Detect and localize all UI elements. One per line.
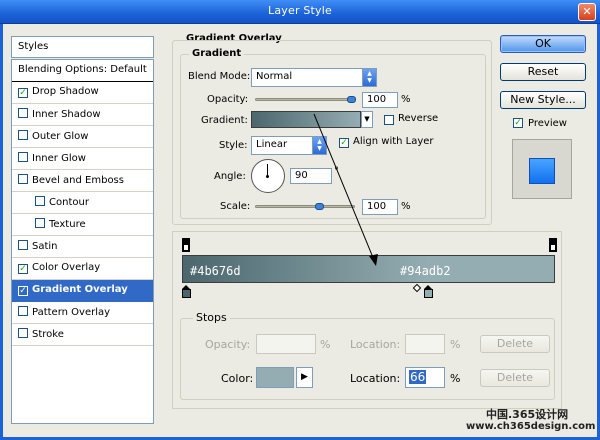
new-style-button[interactable]: New Style... [500, 91, 586, 109]
window-title: Layer Style [268, 4, 332, 17]
blend-mode-select[interactable]: Normal ▲ ▼ [251, 68, 377, 87]
style-item-label: Color Overlay [32, 262, 101, 273]
style-item-label: Gradient Overlay [32, 284, 128, 295]
close-button[interactable]: ✕ [578, 3, 596, 21]
gradient-group-title: Gradient [189, 48, 245, 59]
opacity-stop-left[interactable] [182, 238, 190, 252]
gradient-start-color-label: #4b676d [190, 264, 241, 278]
title-bar: Layer Style ✕ [0, 0, 600, 24]
reset-button[interactable]: Reset [500, 63, 586, 81]
preview-thumbnail [512, 139, 572, 199]
stop-opacity-unit: % [320, 338, 331, 351]
stop-color-swatch[interactable] [256, 367, 294, 388]
opacity-slider-thumb[interactable] [347, 96, 356, 103]
ok-button[interactable]: OK [500, 35, 586, 53]
style-item-label: Bevel and Emboss [32, 175, 124, 186]
opacity-unit: % [401, 94, 411, 105]
opacity-slider[interactable] [255, 98, 355, 101]
style-checkbox[interactable] [18, 174, 28, 184]
style-item-label: Satin [32, 241, 58, 252]
style-item-blending-options-default[interactable]: Blending Options: Default [12, 60, 153, 82]
scale-label: Scale: [220, 201, 251, 212]
style-checkbox[interactable] [18, 108, 28, 118]
style-item-bevel-and-emboss[interactable]: Bevel and Emboss [12, 170, 153, 192]
style-checkbox[interactable] [35, 218, 45, 228]
style-checkbox[interactable] [18, 328, 28, 338]
style-item-inner-glow[interactable]: Inner Glow [12, 148, 153, 170]
watermark-line1: 中国.365设计网 [486, 408, 569, 421]
style-item-inner-shadow[interactable]: Inner Shadow [12, 104, 153, 126]
preview-swatch [529, 158, 555, 184]
watermark-line2: www.ch365design.com [466, 421, 596, 432]
gradient-label: Gradient: [201, 115, 248, 126]
styles-header[interactable]: Styles [11, 36, 154, 58]
style-item-label: Pattern Overlay [32, 307, 111, 318]
stop-location-input[interactable]: 66 [405, 367, 445, 388]
reverse-label: Reverse [398, 113, 439, 124]
style-checkbox[interactable]: ✓ [18, 88, 28, 98]
stop-location-value: 66 [409, 370, 427, 384]
scale-unit: % [401, 201, 411, 212]
style-checkbox[interactable] [18, 240, 28, 250]
style-value: Linear [256, 139, 288, 150]
style-item-stroke[interactable]: Stroke [12, 324, 153, 346]
style-item-pattern-overlay[interactable]: Pattern Overlay [12, 302, 153, 324]
stop-opacity-input [256, 334, 316, 354]
style-item-satin[interactable]: Satin [12, 236, 153, 258]
stop-color-menu[interactable]: ▶ [296, 367, 313, 388]
stop-opacity-label: Opacity: [205, 338, 251, 351]
blend-mode-label: Blend Mode: [188, 71, 251, 82]
style-checkbox[interactable] [18, 130, 28, 140]
style-item-label: Inner Shadow [32, 109, 101, 120]
style-item-label: Blending Options: Default [18, 64, 147, 75]
angle-dial[interactable] [251, 159, 285, 193]
style-checkbox[interactable] [18, 152, 28, 162]
stop-location-label: Location: [350, 372, 401, 385]
opacity-label: Opacity: [207, 94, 249, 105]
stops-title: Stops [193, 311, 230, 324]
opacity-input[interactable]: 100 [362, 92, 398, 108]
play-arrow-icon: ▶ [301, 372, 308, 382]
style-item-outer-glow[interactable]: Outer Glow [12, 126, 153, 148]
opacity-stop-right[interactable] [549, 238, 557, 252]
color-stop-left[interactable] [182, 285, 191, 299]
stop-opacity-location-label: Location: [350, 338, 401, 351]
updown-icon: ▲ ▼ [362, 69, 376, 86]
style-item-color-overlay[interactable]: ✓ Color Overlay [12, 258, 153, 280]
stops-group [180, 318, 555, 400]
angle-label: Angle: [214, 171, 246, 182]
preview-label: Preview [528, 118, 567, 129]
style-item-contour[interactable]: Contour [12, 192, 153, 214]
style-item-label: Inner Glow [32, 153, 86, 164]
stop-color-label: Color: [221, 372, 254, 385]
style-item-label: Texture [49, 219, 86, 230]
stop-opacity-location-input [405, 334, 445, 354]
preview-checkbox[interactable]: ✓ [513, 118, 523, 128]
style-item-label: Outer Glow [32, 131, 89, 142]
style-item-gradient-overlay[interactable]: ✓ Gradient Overlay [12, 280, 153, 302]
delete-color-stop-button[interactable]: Delete [480, 369, 550, 387]
style-checkbox[interactable]: ✓ [18, 286, 28, 296]
delete-opacity-stop-button[interactable]: Delete [480, 335, 550, 353]
style-checkbox[interactable] [18, 306, 28, 316]
style-item-label: Stroke [32, 329, 64, 340]
styles-list: Blending Options: Default ✓ Drop Shadow Inn… [11, 59, 154, 424]
style-item-drop-shadow[interactable]: ✓ Drop Shadow [12, 82, 153, 104]
close-icon: ✕ [582, 5, 592, 18]
angle-center-dot [266, 175, 269, 178]
style-item-label: Contour [49, 197, 89, 208]
stop-location-unit: % [450, 372, 461, 385]
style-item-texture[interactable]: Texture [12, 214, 153, 236]
gradient-end-color-label: #94adb2 [400, 264, 451, 278]
style-item-label: Drop Shadow [32, 86, 99, 97]
style-checkbox[interactable] [35, 196, 45, 206]
stop-opacity-location-unit: % [450, 338, 461, 351]
style-checkbox[interactable]: ✓ [18, 264, 28, 274]
blend-mode-value: Normal [256, 71, 293, 82]
color-stop-right[interactable] [424, 285, 433, 299]
style-label: Style: [219, 140, 248, 151]
annotation-arrow [313, 113, 378, 266]
